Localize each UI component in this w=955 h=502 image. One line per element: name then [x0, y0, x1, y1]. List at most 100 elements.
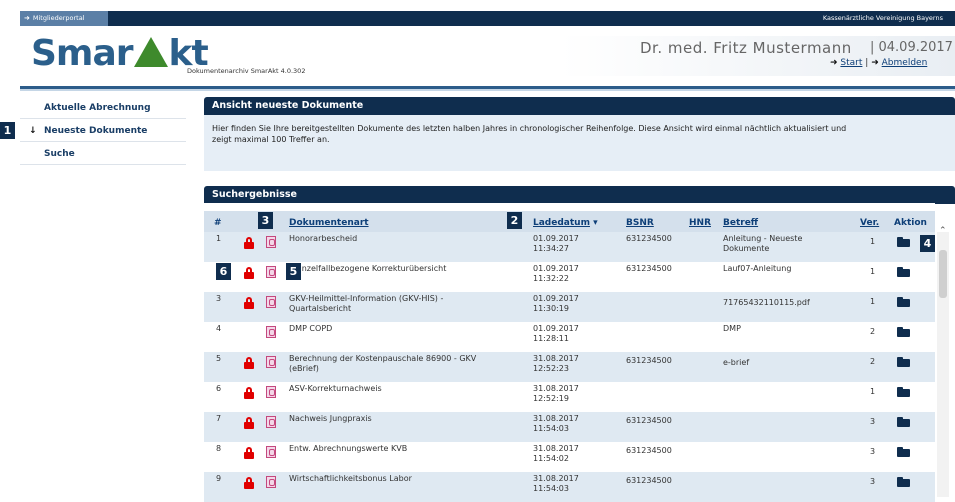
lock-icon [244, 267, 254, 279]
column-header-subject[interactable]: Betreff [723, 214, 758, 232]
folder-icon[interactable] [897, 327, 910, 337]
callout-badge: 5 [286, 263, 301, 280]
lock-icon [244, 417, 254, 429]
row-number: 5 [216, 354, 222, 363]
table-row[interactable]: 3 GKV-Heilmittel-Information (GKV-HIS) -Q… [204, 292, 935, 322]
header: Smar kt Dokumentenarchiv SmarAkt 4.0.302 … [20, 26, 955, 86]
pdf-icon[interactable] [266, 356, 276, 368]
document-type[interactable]: Berechnung der Kostenpauschale 86900 - G… [289, 354, 476, 364]
lock-icon [244, 297, 254, 309]
load-date: 01.09.2017 [533, 324, 579, 333]
folder-body [897, 269, 910, 277]
bsnr: 631234500 [626, 264, 672, 273]
document-type[interactable]: DMP COPD [289, 324, 332, 334]
pdf-icon[interactable] [266, 416, 276, 428]
version: 1 [870, 387, 876, 396]
lock-body [244, 272, 254, 279]
arrow-right-icon: ➜ [24, 14, 30, 22]
column-header-action: Aktion [894, 218, 927, 228]
folder-body [897, 239, 910, 247]
lock-body [244, 422, 254, 429]
pdf-icon[interactable] [266, 386, 276, 398]
load-date: 31.08.2017 [533, 444, 579, 453]
table-row[interactable]: 1 Honorarbescheid 01.09.2017 11:34:27 631234… [204, 232, 935, 262]
version: 1 [870, 297, 876, 306]
column-header-number: # [214, 218, 222, 228]
table-row[interactable]: 9 Wirtschaftlichkeitsbonus Labor 31.08.201… [204, 472, 935, 502]
arrow-right-icon: ➜ [830, 58, 838, 68]
document-type[interactable]: GKV-Heilmittel-Information (GKV-HIS) - [289, 294, 443, 304]
lock-body [244, 362, 254, 369]
table-row[interactable]: 2- Einzelfallbezogene Korrekturübersicht… [204, 262, 935, 292]
arrow-right-icon: ➜ [871, 58, 879, 68]
logo-text-left: Smar [31, 33, 133, 74]
sidebar-item-search[interactable]: Suche [20, 143, 186, 165]
document-type[interactable]: Honorarbescheid [289, 234, 357, 244]
portal-tab[interactable]: ➜ Mitgliederportal [20, 11, 108, 26]
row-number: 6 [216, 384, 222, 393]
folder-icon[interactable] [897, 267, 910, 277]
pdf-icon[interactable] [266, 476, 276, 488]
folder-body [897, 479, 910, 487]
folder-icon[interactable] [897, 237, 910, 247]
table-row[interactable]: 4 DMP COPD 01.09.2017 11:28:11 DMP 2 [204, 322, 935, 352]
version: 2 [870, 327, 876, 336]
table-scrollbar[interactable]: ⌃ [937, 226, 949, 497]
version: 1 [870, 267, 876, 276]
pdf-icon[interactable] [266, 296, 276, 308]
load-time: 11:30:19 [533, 304, 569, 313]
column-header-hnr[interactable]: HNR [689, 214, 711, 232]
folder-icon[interactable] [897, 357, 910, 367]
folder-icon[interactable] [897, 297, 910, 307]
load-date: 31.08.2017 [533, 474, 579, 483]
callout-badge: 3 [258, 212, 273, 229]
pdf-icon[interactable] [266, 266, 276, 278]
document-type[interactable]: Nachweis Jungpraxis [289, 414, 372, 424]
load-time: 12:52:19 [533, 394, 569, 403]
table-row[interactable]: 6 ASV-Korrekturnachweis 31.08.2017 12:52:19… [204, 382, 935, 412]
scroll-up-icon[interactable]: ⌃ [939, 226, 947, 236]
lock-icon [244, 477, 254, 489]
version: 1 [870, 237, 876, 246]
column-header-document-type[interactable]: Dokumentenart [289, 214, 369, 232]
column-header-version[interactable]: Ver. [860, 214, 879, 232]
sidebar-item-newest-documents[interactable]: ↓ Neueste Dokumente [20, 120, 186, 142]
document-type[interactable]: Entw. Abrechnungswerte KVB [289, 444, 407, 454]
table-row[interactable]: 8 Entw. Abrechnungswerte KVB 31.08.2017 11:… [204, 442, 935, 472]
scrollbar-thumb[interactable] [939, 250, 947, 298]
lock-icon [244, 447, 254, 459]
document-type-line2[interactable]: Quartalsbericht [289, 304, 351, 314]
logo-triangle-icon [133, 37, 168, 67]
portal-label: Mitgliederportal [32, 14, 85, 22]
document-type-line2[interactable]: (eBrief) [289, 364, 319, 374]
table-row[interactable]: 5 Berechnung der Kostenpauschale 86900 - … [204, 352, 935, 382]
column-header-bsnr[interactable]: BSNR [626, 214, 654, 232]
logout-link[interactable]: Abmelden [882, 58, 928, 68]
pdf-icon[interactable] [266, 446, 276, 458]
start-link[interactable]: Start [840, 58, 862, 68]
lock-icon [244, 237, 254, 249]
column-header-load-date[interactable]: Ladedatum ▾ [533, 214, 598, 232]
pdf-icon[interactable] [266, 326, 276, 338]
document-type[interactable]: - Einzelfallbezogene Korrekturübersicht [289, 264, 446, 274]
table-row[interactable]: 7 Nachweis Jungpraxis 31.08.2017 11:54:03 63… [204, 412, 935, 442]
lock-body [244, 302, 254, 309]
version: 3 [870, 417, 876, 426]
folder-icon[interactable] [897, 417, 910, 427]
sidebar-item-label: Neueste Dokumente [44, 126, 148, 136]
pdf-icon[interactable] [266, 236, 276, 248]
sidebar-item-label: Aktuelle Abrechnung [44, 103, 151, 113]
row-number: 9 [216, 474, 222, 483]
row-number: 3 [216, 294, 222, 303]
sidebar-item-current-billing[interactable]: Aktuelle Abrechnung [20, 97, 186, 119]
column-header-load-date-label: Ladedatum [533, 218, 590, 228]
folder-icon[interactable] [897, 387, 910, 397]
arrow-down-icon: ↓ [29, 126, 37, 136]
sort-desc-icon: ▾ [593, 218, 598, 228]
folder-icon[interactable] [897, 477, 910, 487]
load-date: 01.09.2017 [533, 294, 579, 303]
document-type[interactable]: ASV-Korrekturnachweis [289, 384, 382, 394]
document-type[interactable]: Wirtschaftlichkeitsbonus Labor [289, 474, 412, 484]
version: 3 [870, 477, 876, 486]
folder-icon[interactable] [897, 447, 910, 457]
